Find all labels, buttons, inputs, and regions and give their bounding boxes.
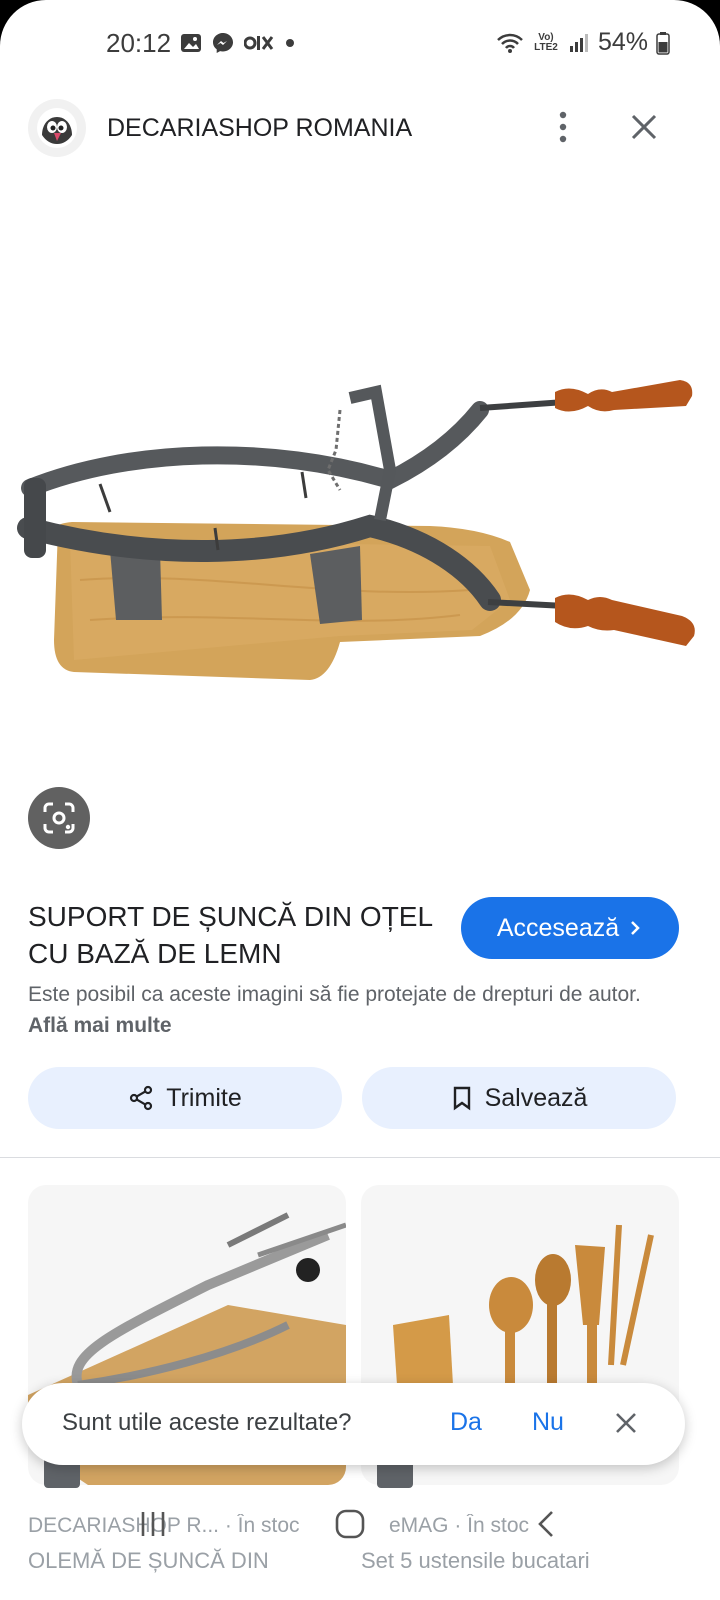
network-type: Vo) LTE2	[534, 31, 558, 53]
lens-search-button[interactable]	[28, 787, 90, 849]
related-title-2: Set 5 ustensile bucatari	[361, 1548, 590, 1573]
wifi-icon	[497, 33, 523, 53]
copyright-notice: Este posibil ca aceste imagini să fie pr…	[28, 979, 678, 1041]
divider	[0, 1157, 720, 1158]
messenger-icon	[213, 33, 233, 53]
system-nav-bar	[0, 1500, 720, 1550]
product-image[interactable]	[10, 340, 710, 700]
visit-button[interactable]: Accesează	[461, 897, 679, 959]
status-bar: 20:12 Vo) LTE2 54%	[0, 0, 720, 88]
share-icon	[130, 1085, 153, 1111]
feedback-no-button[interactable]: Nu	[532, 1408, 564, 1437]
signal-icon	[569, 33, 588, 52]
save-button[interactable]: Salvează	[362, 1067, 676, 1129]
related-title-1: OLEMĂ DE ȘUNCĂ DIN	[28, 1548, 269, 1573]
recents-icon[interactable]	[138, 1510, 168, 1538]
product-title: SUPORT DE ȘUNCĂ DIN OȚEL CU BAZĂ DE LEMN	[28, 901, 433, 969]
battery-icon	[656, 31, 670, 55]
battery-percent: 54%	[597, 28, 648, 56]
copyright-text: Este posibil ca aceste imagini să fie pr…	[28, 983, 641, 1006]
home-icon[interactable]	[334, 1508, 366, 1540]
feedback-bar: Sunt utile aceste rezultate? Da Nu	[22, 1383, 685, 1465]
site-logo[interactable]	[28, 99, 86, 157]
close-icon[interactable]	[613, 1410, 639, 1436]
dot-icon	[286, 39, 294, 47]
back-icon[interactable]	[536, 1510, 556, 1538]
source-header: DECARIASHOP ROMANIA	[0, 96, 720, 160]
site-name[interactable]: DECARIASHOP ROMANIA	[107, 114, 412, 143]
google-lens-icon	[43, 802, 75, 834]
learn-more-link[interactable]: Află mai multe	[28, 1014, 172, 1037]
feedback-question: Sunt utile aceste rezultate?	[62, 1409, 352, 1436]
notification-icons	[180, 31, 297, 55]
status-time: 20:12	[106, 28, 172, 58]
system-icons: Vo) LTE2 54%	[496, 28, 670, 57]
share-button[interactable]: Trimite	[28, 1067, 342, 1129]
save-label: Salvează	[484, 1083, 588, 1112]
screen: 20:12 Vo) LTE2 54% DECARIASHOP ROMANIA S…	[0, 0, 720, 1600]
chevron-right-icon	[631, 921, 640, 935]
gallery-icon	[181, 34, 201, 52]
more-vert-icon[interactable]	[550, 110, 576, 144]
feedback-yes-button[interactable]: Da	[450, 1408, 482, 1437]
prestashop-puffin-logo	[37, 108, 77, 148]
olx-icon	[244, 36, 274, 50]
bookmark-icon	[453, 1086, 470, 1111]
share-label: Trimite	[166, 1083, 242, 1112]
close-icon[interactable]	[627, 110, 661, 144]
visit-label: Accesează	[496, 913, 620, 942]
